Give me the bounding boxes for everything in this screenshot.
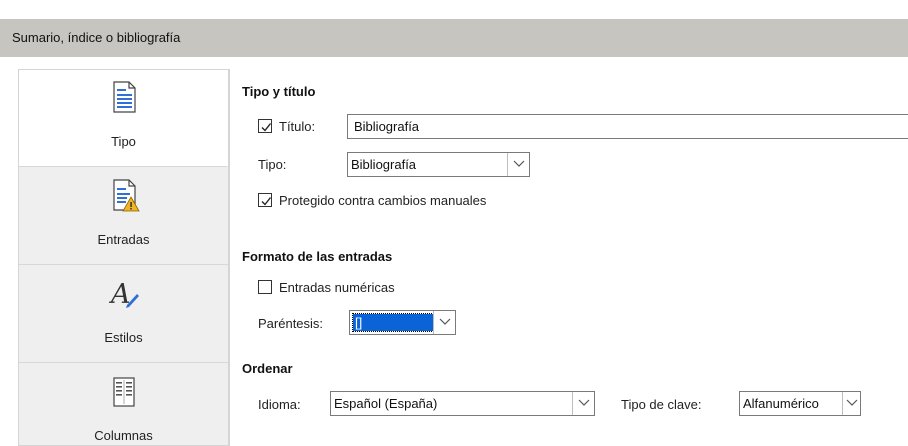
numericas-label: Entradas numéricas — [279, 280, 395, 295]
section-heading-formato: Formato de las entradas — [242, 249, 393, 264]
tab-columnas[interactable]: Columnas — [19, 364, 228, 446]
titulo-input[interactable]: Bibliografía — [347, 114, 908, 139]
chevron-down-icon[interactable] — [433, 311, 455, 334]
tab-estilos[interactable]: A Estilos — [19, 266, 228, 363]
tipo-label: Tipo: — [258, 157, 287, 172]
tipo-select-value: Bibliografía — [351, 157, 417, 172]
styles-pen-icon: A — [107, 276, 141, 310]
tab-entradas[interactable]: Entradas — [19, 168, 228, 265]
tipo-clave-select-value: Alfanumérico — [743, 396, 819, 411]
chevron-down-icon[interactable] — [507, 153, 529, 176]
dialog-title: Sumario, índice o bibliografía — [12, 30, 181, 45]
checkmark-icon — [261, 197, 272, 206]
tab-label-tipo: Tipo — [111, 134, 136, 149]
protegido-label: Protegido contra cambios manuales — [279, 193, 487, 208]
checkmark-icon — [261, 123, 272, 132]
section-heading-ordenar: Ordenar — [242, 361, 293, 376]
titulo-label: Título: — [279, 119, 316, 134]
parentesis-label: Paréntesis: — [258, 316, 324, 331]
chevron-down-icon[interactable] — [842, 392, 860, 415]
tipo-select[interactable]: Bibliografía — [347, 152, 530, 177]
dialog-titlebar[interactable]: Sumario, índice o bibliografía — [0, 19, 908, 57]
tab-tipo[interactable]: Tipo — [19, 70, 228, 167]
section-heading-tipo-titulo: Tipo y título — [242, 84, 316, 99]
sidebar: Tipo Entradas A Estilos Columnas — [18, 69, 229, 446]
document-lines-icon — [107, 80, 141, 114]
tipo-clave-select[interactable]: Alfanumérico — [739, 391, 861, 416]
protegido-checkbox[interactable] — [258, 193, 272, 207]
tipo-clave-label: Tipo de clave: — [621, 397, 702, 412]
titulo-checkbox[interactable] — [258, 119, 272, 133]
idioma-label: Idioma: — [258, 397, 301, 412]
tab-label-entradas: Entradas — [97, 232, 150, 247]
idioma-select-value: Español (España) — [334, 396, 438, 411]
content-divider — [229, 69, 230, 446]
idioma-select[interactable]: Español (España) — [330, 391, 595, 416]
document-warning-icon — [107, 178, 141, 212]
parentesis-select[interactable]: [] — [349, 310, 456, 335]
numericas-checkbox[interactable] — [258, 280, 272, 294]
tab-label-estilos: Estilos — [104, 330, 143, 345]
parentesis-select-value: [] — [352, 313, 434, 332]
tab-label-columnas: Columnas — [94, 428, 153, 443]
columns-icon — [107, 374, 141, 408]
chevron-down-icon[interactable] — [572, 392, 594, 415]
